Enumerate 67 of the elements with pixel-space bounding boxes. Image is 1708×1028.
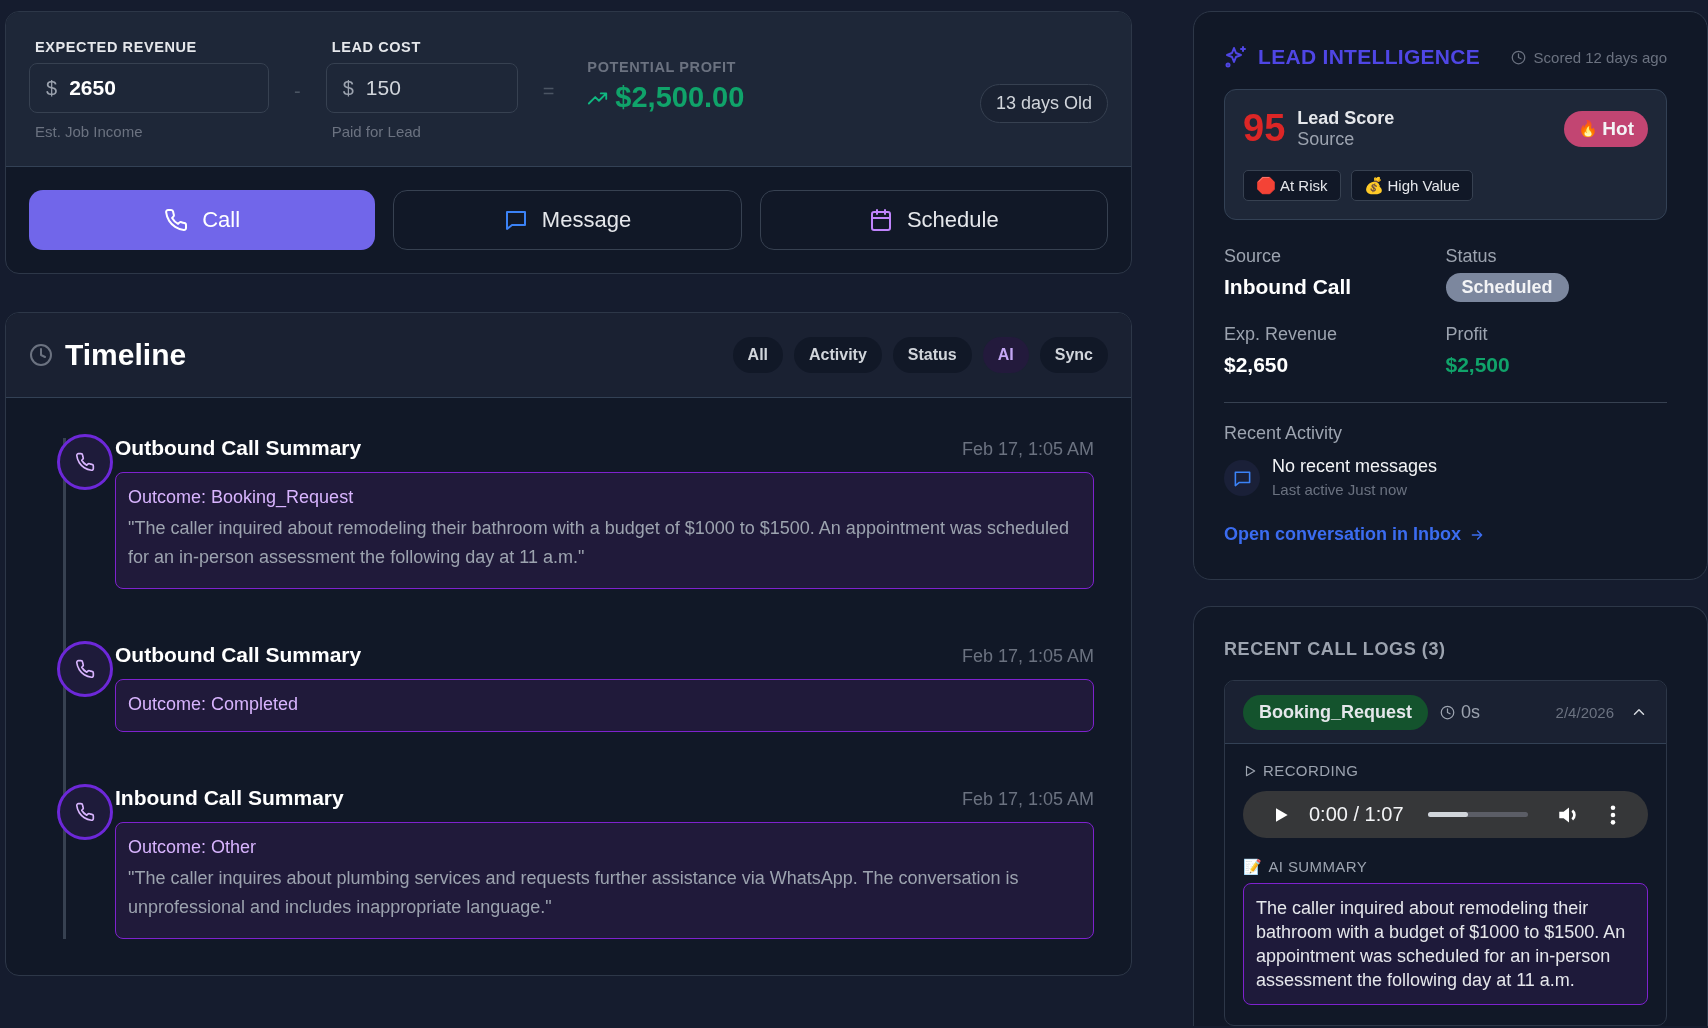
status-badge: Scheduled <box>1445 273 1569 302</box>
outcome-badge: Booking_Request <box>1243 694 1429 730</box>
call-duration: 0s <box>1461 701 1481 723</box>
event-time: Feb 17, 1:05 AM <box>961 439 1094 460</box>
stop-sign-icon: 🛑 <box>1256 177 1276 194</box>
amount-value: 2650 <box>69 76 116 100</box>
filter-tab[interactable]: Activity <box>794 337 882 373</box>
scored-time: Scored 12 days ago <box>1533 48 1667 66</box>
tag-label: At Risk <box>1280 177 1328 194</box>
field-label: Status <box>1445 246 1497 267</box>
flame-icon: 🔥 <box>1578 120 1599 137</box>
currency-sign: $ <box>46 76 58 100</box>
minus-sign: - <box>294 79 301 104</box>
field-value: $2,500 <box>1445 353 1510 377</box>
section-label: Recent Activity <box>1224 423 1344 444</box>
section-label: AI SUMMARY <box>1268 858 1368 875</box>
field-label: Exp. Revenue <box>1224 324 1338 345</box>
call-button[interactable]: Call <box>29 190 376 250</box>
amount-field[interactable]: $ 150 <box>325 63 518 113</box>
summary-text: The caller inquired about remodeling their bathroom with a budget of $1000 to $1500. An appointment was scheduled for an in-person assessment the following day at 11 a.m. <box>1243 883 1648 1005</box>
filter-tab[interactable]: Sync <box>1039 337 1108 373</box>
activity-message: No recent messages <box>1272 456 1438 477</box>
section-label: RECORDING <box>1263 762 1359 779</box>
field-label: LEAD COST <box>331 39 422 55</box>
section-title: RECENT CALL LOGS (3) <box>1224 639 1447 660</box>
inbox-link[interactable]: Open conversation in Inbox <box>1224 524 1486 545</box>
profit-value: $2,500.00 <box>615 81 745 114</box>
event-time: Feb 17, 1:05 AM <box>961 789 1094 810</box>
section-title: LEAD INTELLIGENCE <box>1258 45 1481 69</box>
field-label: Profit <box>1445 324 1488 345</box>
timeline-title: Timeline <box>65 338 187 372</box>
last-active: Last active Just now <box>1272 481 1409 498</box>
summary-text: "The caller inquired about remodeling their bathroom with a budget of $1000 to $1500. An appointment was scheduled for an in-person assessment the following day at 11 a.m." <box>128 517 1070 569</box>
playback-time: 0:00 / 1:07 <box>1309 803 1404 826</box>
field-value: Inbound Call <box>1224 275 1352 299</box>
outcome-label: Outcome: Completed <box>128 694 300 715</box>
call-date: 2/4/2026 <box>1555 703 1614 721</box>
temperature-label: Hot <box>1602 117 1634 140</box>
message-button[interactable]: Message <box>393 190 742 250</box>
score-source: Source <box>1297 128 1356 150</box>
tag-label: High Value <box>1387 177 1460 194</box>
summary-text: "The caller inquires about plumbing services and requests further assistance via WhatsApp. The conversation is unprofessional and includes inappropriate language." <box>128 867 1020 919</box>
outcome-label: Outcome: Booking_Request <box>128 487 355 508</box>
field-value: $2,650 <box>1224 353 1289 377</box>
amount-value: 150 <box>365 76 401 100</box>
outcome-label: Outcome: Other <box>128 837 258 858</box>
event-time: Feb 17, 1:05 AM <box>961 646 1094 667</box>
field-label: POTENTIAL PROFIT <box>587 59 738 75</box>
field-label: Source <box>1224 246 1282 267</box>
event-title: Outbound Call Summary <box>115 436 362 460</box>
filter-tab[interactable]: AI <box>982 337 1029 373</box>
amount-field[interactable]: $ 2650 <box>29 63 269 113</box>
money-bag-icon: 💰 <box>1363 177 1384 194</box>
filter-tab[interactable]: Status <box>892 337 972 373</box>
equals-sign: = <box>542 79 555 104</box>
field-hint: Paid for Lead <box>331 123 422 140</box>
age-badge: 13 days Old <box>979 84 1108 123</box>
field-hint: Est. Job Income <box>35 123 144 140</box>
event-title: Inbound Call Summary <box>115 786 344 810</box>
memo-icon: 📝 <box>1243 859 1263 874</box>
currency-sign: $ <box>342 76 354 100</box>
field-label: EXPECTED REVENUE <box>35 39 198 55</box>
score-label: Lead Score <box>1297 107 1395 129</box>
filter-tab[interactable]: All <box>732 337 784 373</box>
schedule-button[interactable]: Schedule <box>759 190 1108 250</box>
event-title: Outbound Call Summary <box>115 643 362 667</box>
lead-score: 95 <box>1243 107 1286 150</box>
